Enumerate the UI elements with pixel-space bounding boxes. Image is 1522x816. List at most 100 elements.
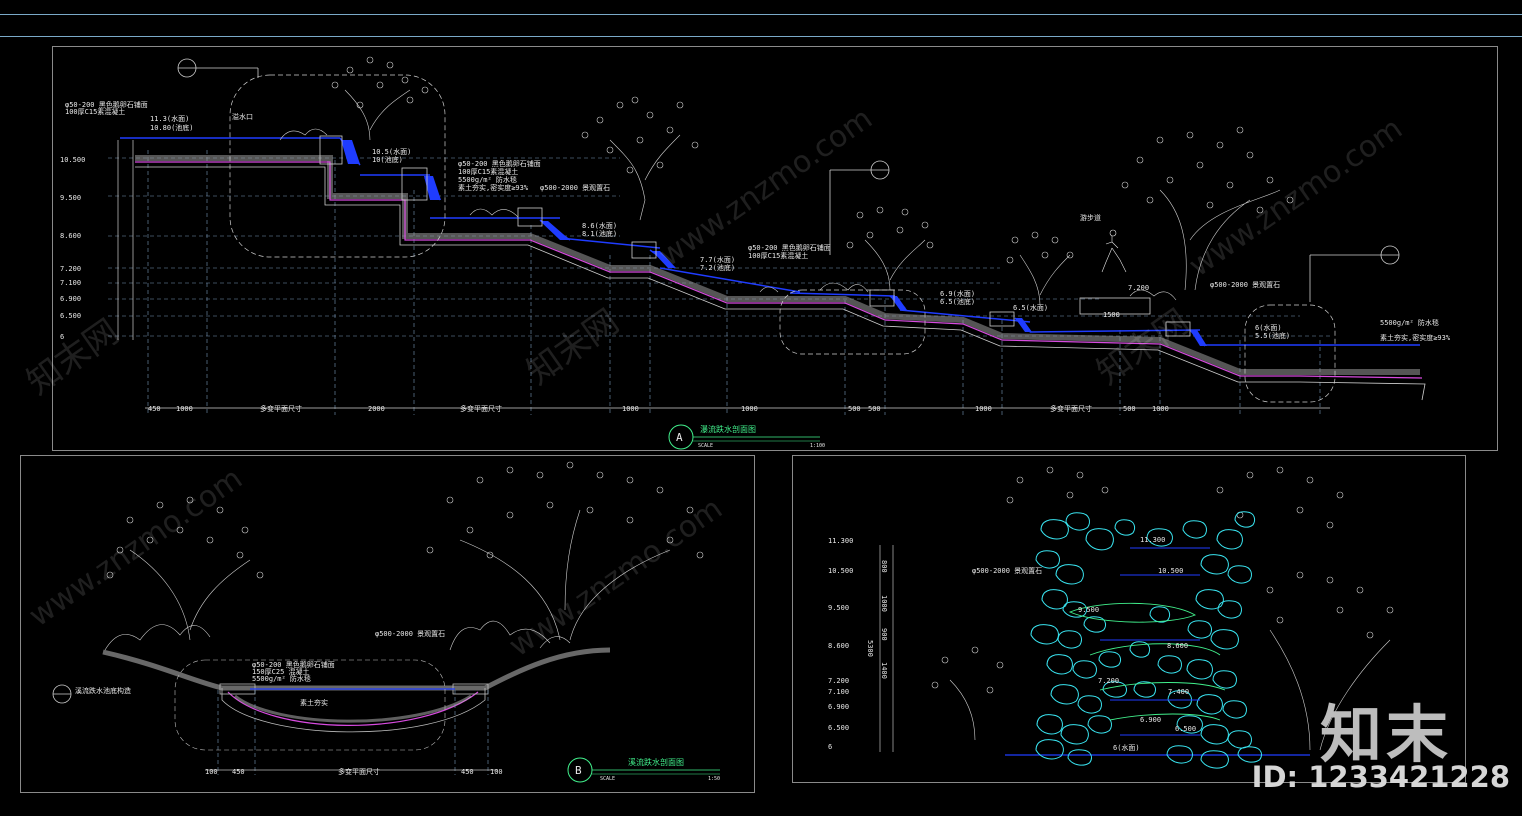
- dim-a-4: 1000: [622, 405, 639, 413]
- callout-a-5: 5500g/m² 防水毯: [458, 175, 517, 184]
- dim-a-3: 2000: [368, 405, 385, 413]
- dim-a-5: 1000: [741, 405, 758, 413]
- callout-a-11: 5500g/m² 防水毯: [1380, 318, 1439, 327]
- plan-c-6: 7.400: [1168, 688, 1189, 696]
- rock-shape: [1065, 512, 1090, 531]
- rock-shape: [1182, 520, 1207, 539]
- rock-shape: [1035, 550, 1060, 569]
- rock-shape: [1234, 511, 1256, 528]
- dim-a-7: 500: [868, 405, 881, 413]
- note-a-7: 7.7(水面): [700, 255, 735, 264]
- rock-shape: [1098, 651, 1121, 668]
- rock-shape: [1200, 750, 1229, 769]
- rock-shape: [1067, 749, 1092, 766]
- elev-c-4: 8.600: [828, 642, 849, 650]
- dim-a-8: 1000: [975, 405, 992, 413]
- section-b-scale-value: 1:50: [708, 776, 720, 782]
- rock-shape: [1055, 564, 1084, 585]
- rock-shape: [1035, 739, 1064, 760]
- note-a-11: 6.5(水面): [1013, 303, 1048, 312]
- dim-note-a-2: 多变平面尺寸: [460, 404, 502, 413]
- plan-c-4: 8.600: [1167, 642, 1188, 650]
- rock-shape: [1186, 659, 1213, 680]
- dim-c-4: 1400: [880, 662, 888, 679]
- rock-shape: [1227, 730, 1252, 749]
- note-a-4: 10(池底): [372, 155, 403, 164]
- elev-c-7: 6.900: [828, 703, 849, 711]
- rock-shape: [1030, 624, 1059, 645]
- rock-shape: [1195, 589, 1224, 610]
- note-a-13: 5.5(池底): [1255, 331, 1290, 340]
- callout-a-13: 溢水口: [232, 112, 253, 121]
- rock-shape: [1200, 724, 1229, 745]
- rock-shape: [1210, 629, 1239, 650]
- callout-a-2: 100厚C15素混凝土: [65, 107, 125, 116]
- rock-shape: [1166, 745, 1193, 764]
- note-a-5: 8.6(水面): [582, 221, 617, 230]
- width-a-2: 7.200: [1128, 284, 1149, 292]
- dim-c-3: 900: [880, 628, 888, 641]
- dim-c-2: 1000: [880, 595, 888, 612]
- elevation-c: [879, 466, 1394, 769]
- dim-a-9: 500: [1123, 405, 1136, 413]
- callout-b-1: φ500-2000 景观置石: [375, 630, 445, 638]
- dim-c-total: 5300: [866, 640, 874, 657]
- rock-shape: [1216, 529, 1243, 550]
- rock-shape: [1046, 654, 1073, 675]
- rock-shape: [1040, 519, 1069, 540]
- elev-c-1: 11.300: [828, 537, 853, 545]
- callout-a-10: φ500-2000 景观置石: [1210, 281, 1280, 289]
- elev-a-3: 8.600: [60, 232, 81, 240]
- elev-a-1: 10.500: [60, 156, 85, 164]
- elev-c-3: 9.500: [828, 604, 849, 612]
- dim-a-10: 1000: [1152, 405, 1169, 413]
- note-a-9: 6.9(水面): [940, 289, 975, 298]
- side-note-b: 溪流跌水池底构造: [75, 686, 131, 695]
- rock-shape: [1222, 700, 1247, 719]
- cad-drawing: 10.500 9.500 8.600 7.200 7.100 6.900 6.5…: [52, 56, 1451, 783]
- rock-shape: [1217, 600, 1242, 619]
- callout-a-6: 素土夯实,密实度≥93%: [458, 183, 529, 192]
- dim-a-1: 450: [148, 405, 161, 413]
- callout-b-5: 素土夯实: [300, 698, 328, 707]
- plan-c-5: 7.200: [1098, 677, 1119, 685]
- rock-label-c: φ500-2000 景观置石: [972, 567, 1042, 575]
- plan-c-3: 9.500: [1078, 606, 1099, 614]
- elev-a-4: 7.200: [60, 265, 81, 273]
- plan-c-1: 11.300: [1140, 536, 1165, 544]
- rock-shape: [1057, 630, 1082, 649]
- dim-a-6: 500: [848, 405, 861, 413]
- section-a-scale-value: 1:100: [810, 443, 825, 449]
- plan-c-2: 10.500: [1158, 567, 1183, 575]
- rock-shape: [1114, 519, 1136, 536]
- callout-a-14: 游步道: [1080, 213, 1101, 222]
- elev-c-9: 6: [828, 743, 832, 751]
- rock-shape: [1087, 715, 1112, 734]
- elev-c-8: 6.500: [828, 724, 849, 732]
- dim-b-4: 450: [461, 768, 474, 776]
- note-a-12: 6(水面): [1255, 323, 1282, 332]
- width-a-1: 1500: [1103, 311, 1120, 319]
- rock-shape: [1060, 724, 1089, 745]
- dim-a-2: 1000: [176, 405, 193, 413]
- callout-a-12: 素土夯实,密实度≥93%: [1380, 333, 1451, 342]
- callout-a-3: φ50-200 黑色鹅卵石铺面: [458, 159, 541, 168]
- rock-shape: [1072, 660, 1097, 679]
- dim-b-5: 100: [490, 768, 503, 776]
- callout-a-4: 100厚C15素混凝土: [458, 167, 518, 176]
- elev-c-2: 10.500: [828, 567, 853, 575]
- section-a-marker: A: [676, 431, 683, 444]
- section-a-labels: 10.500 9.500 8.600 7.200 7.100 6.900 6.5…: [60, 100, 1451, 449]
- plan-c-7: 6.900: [1140, 716, 1161, 724]
- rock-shape: [1085, 528, 1114, 551]
- elev-c-5: 7.200: [828, 677, 849, 685]
- rock-shape: [1200, 554, 1229, 575]
- section-b: [52, 461, 720, 783]
- section-b-marker: B: [575, 764, 582, 777]
- rock-shape: [1050, 684, 1079, 705]
- callout-b-4: 5500g/m² 防水毯: [252, 674, 311, 683]
- elev-a-2: 9.500: [60, 194, 81, 202]
- section-b-title: 溪流跌水剖面图: [628, 757, 684, 767]
- section-a-scale-label: SCALE: [698, 443, 713, 449]
- rock-shape: [1227, 565, 1252, 584]
